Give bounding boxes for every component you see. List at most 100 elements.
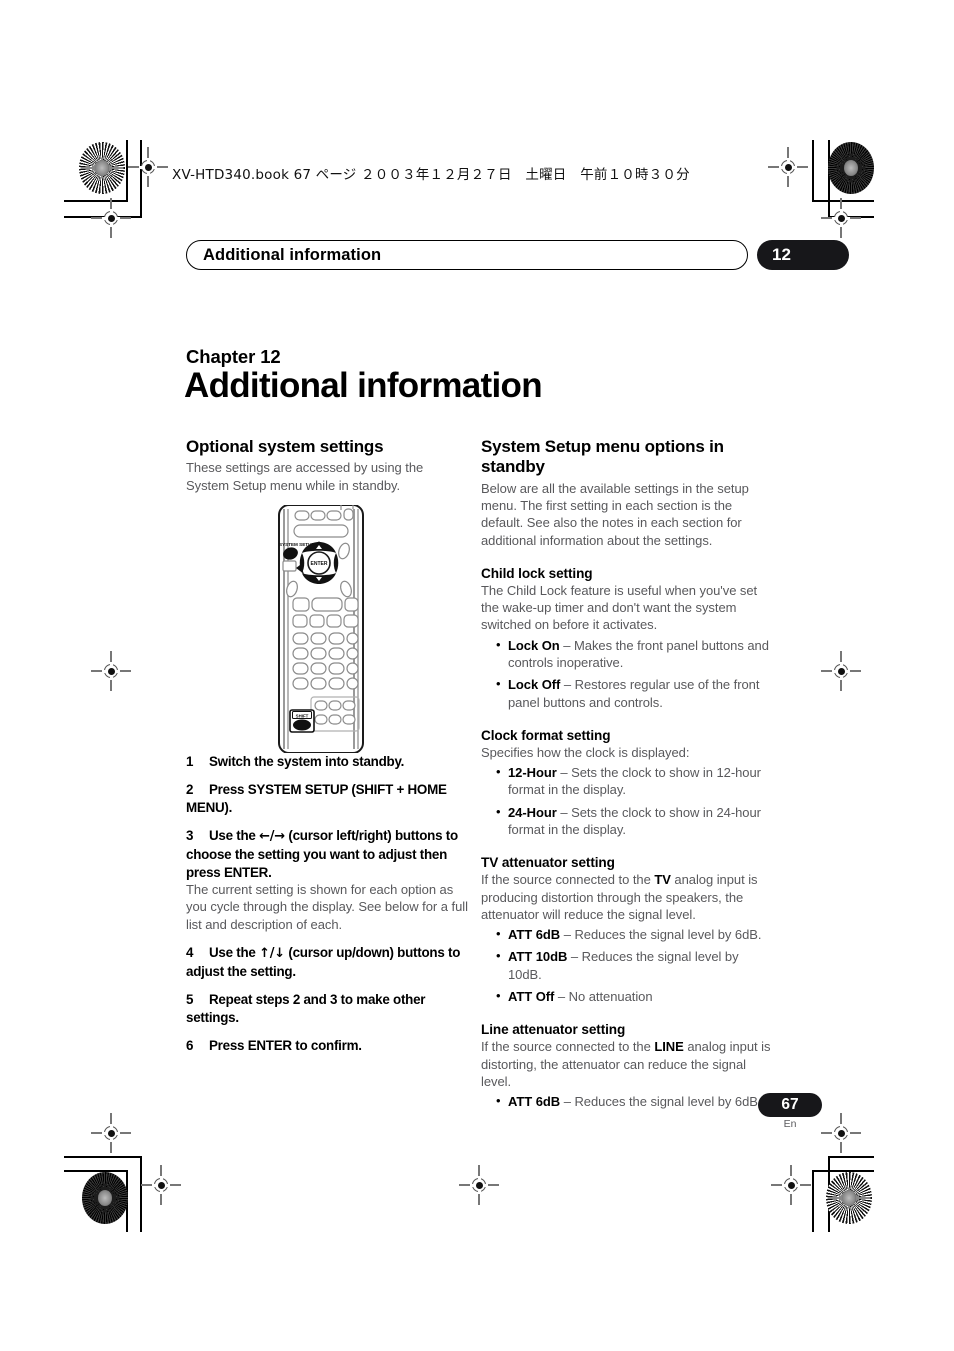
step-number: 6 <box>186 1038 194 1053</box>
page-language-label: En <box>783 1118 797 1130</box>
system-setup-options-intro: Below are all the available settings in … <box>481 480 749 548</box>
step-number: 3 <box>186 828 194 844</box>
option-desc: Reduces the signal level by 6dB. <box>574 927 762 943</box>
option-dash: – <box>560 927 575 943</box>
registration-rosette-bottom-right <box>826 1172 872 1224</box>
step-item: 6 Press ENTER to confirm. <box>186 1037 468 1054</box>
chapter-eyebrow: Chapter 12 <box>186 346 281 367</box>
crop-mark-top-left-h <box>64 200 126 202</box>
list-item: 12-Hour – Sets the clock to show in 12-h… <box>496 763 771 799</box>
system-setup-options-heading: System Setup menu options in standby <box>481 437 724 477</box>
list-item: Lock Off – Restores regular use of the f… <box>496 675 771 711</box>
tv-attenuator-setting-intro: If the source connected to the TV analog… <box>481 871 771 923</box>
list-item: 24-Hour – Sets the clock to show in 24-h… <box>496 803 771 839</box>
optional-system-settings-intro: These settings are accessed by using the… <box>186 460 424 493</box>
step-text: Press ENTER to confirm. <box>209 1038 362 1053</box>
intro-part-a: If the source connected to the <box>481 872 655 888</box>
list-item: ATT 10dB – Reduces the signal level by 1… <box>496 947 771 983</box>
procedure-steps: 1 Switch the system into standby. 2 Press … <box>186 753 468 1065</box>
registration-target-left-middle <box>91 651 131 691</box>
step-text: Press SYSTEM SETUP (SHIFT + HOME MENU). <box>186 782 447 815</box>
option-dash: – <box>560 1094 575 1110</box>
option-dash: – <box>556 804 572 820</box>
remote-shift-label: SHIFT <box>296 714 309 719</box>
crop-mark-bottom-right-h <box>812 1170 874 1172</box>
option-term: 24-Hour <box>508 804 557 820</box>
registration-target-right-upper <box>821 198 861 238</box>
intro-bold-term: TV <box>654 872 671 888</box>
right-column: System Setup menu options in standby Bel… <box>481 437 771 1115</box>
line-attenuator-setting-heading: Line attenuator setting <box>481 1022 626 1038</box>
registration-target-top-right <box>768 147 808 187</box>
registration-target-right-lower <box>821 1113 861 1153</box>
child-lock-setting-intro: The Child Lock feature is useful when yo… <box>481 582 758 633</box>
step-item: 1 Switch the system into standby. <box>186 753 468 770</box>
option-term: ATT 6dB <box>508 927 561 943</box>
registration-target-right-middle <box>821 651 861 691</box>
chapter-number-badge: 12 <box>757 240 849 270</box>
list-item: ATT 6dB – Reduces the signal level by 6d… <box>496 1092 771 1110</box>
step-item: 5 Repeat steps 2 and 3 to make other sett… <box>186 991 468 1026</box>
option-term: ATT 6dB <box>508 1094 561 1110</box>
option-dash: – <box>554 988 569 1004</box>
crop-mark-bottom-left-v2 <box>140 1156 142 1232</box>
page-title: Additional information <box>184 366 543 405</box>
line-attenuator-setting-intro: If the source connected to the LINE anal… <box>481 1038 771 1090</box>
registration-target-top-left <box>128 147 168 187</box>
option-dash: – <box>567 949 582 965</box>
tv-attenuator-setting-heading: TV attenuator setting <box>481 855 615 871</box>
book-file-header: XV-HTD340.book 67 ページ ２００３年１２月２７日 土曜日 午前… <box>172 167 690 183</box>
list-item: ATT Off – No attenuation <box>496 987 771 1005</box>
step-item: 4 Use the ↑/↓ (cursor up/down) buttons to… <box>186 944 468 980</box>
step-number: 1 <box>186 754 194 769</box>
cursor-up-down-arrows-icon: ↑/↓ <box>259 945 285 961</box>
left-column: Optional system settings These settings … <box>186 437 464 494</box>
crop-mark-bottom-right-h2 <box>828 1156 874 1158</box>
remote-enter-label: ENTER <box>311 561 328 567</box>
option-term: ATT Off <box>508 988 555 1004</box>
step-text: Repeat steps 2 and 3 to make other setti… <box>186 992 426 1025</box>
option-dash: – <box>560 677 575 693</box>
step-number: 4 <box>186 944 194 960</box>
page-number-badge: 67 <box>758 1093 822 1117</box>
registration-rosette-top-left <box>79 142 125 194</box>
option-dash: – <box>559 637 574 653</box>
option-term: Lock On <box>508 637 560 653</box>
chapter-number-label: 12 <box>772 245 791 264</box>
option-term: 12-Hour <box>508 765 557 781</box>
child-lock-setting-heading: Child lock setting <box>481 565 593 581</box>
registration-target-bottom-right <box>771 1165 811 1205</box>
step-number: 2 <box>186 782 194 798</box>
list-item: ATT 6dB – Reduces the signal level by 6d… <box>496 925 771 943</box>
crop-mark-top-right-v <box>812 140 814 202</box>
running-head-title: Additional information <box>203 245 382 264</box>
option-term: Lock Off <box>508 677 561 693</box>
cursor-left-right-arrows-icon: ←/→ <box>259 829 285 845</box>
registration-rosette-top-right <box>828 142 874 194</box>
crop-mark-bottom-right-v <box>812 1170 814 1232</box>
clock-format-setting-intro: Specifies how the clock is displayed: <box>481 744 690 760</box>
page-number-label: 67 <box>781 1096 799 1113</box>
tv-attenuator-setting-options: ATT 6dB – Reduces the signal level by 6d… <box>481 925 771 1005</box>
step-number: 5 <box>186 992 194 1008</box>
optional-system-settings-heading: Optional system settings <box>186 437 384 456</box>
crop-mark-top-right-h <box>812 200 874 202</box>
child-lock-setting-options: Lock On – Makes the front panel buttons … <box>481 636 771 711</box>
registration-target-bottom-left <box>141 1165 181 1205</box>
crop-mark-bottom-left-h2 <box>64 1156 142 1158</box>
option-term: ATT 10dB <box>508 949 568 965</box>
registration-target-bottom-center <box>459 1165 499 1205</box>
intro-bold-term: LINE <box>654 1039 684 1055</box>
step-text: Switch the system into standby. <box>209 754 405 769</box>
step-item: 2 Press SYSTEM SETUP (SHIFT + HOME MENU). <box>186 781 468 816</box>
list-item: Lock On – Makes the front panel buttons … <box>496 636 771 672</box>
clock-format-setting-heading: Clock format setting <box>481 727 611 743</box>
clock-format-setting-options: 12-Hour – Sets the clock to show in 12-h… <box>481 763 771 839</box>
registration-target-left-lower <box>91 1113 131 1153</box>
crop-mark-bottom-left-h <box>64 1170 127 1172</box>
option-dash: – <box>556 765 572 781</box>
step-text-before: Use the <box>209 828 260 844</box>
step-text-before: Use the <box>209 944 260 960</box>
crop-mark-top-left-v <box>126 140 128 202</box>
line-attenuator-setting-options: ATT 6dB – Reduces the signal level by 6d… <box>481 1092 771 1110</box>
